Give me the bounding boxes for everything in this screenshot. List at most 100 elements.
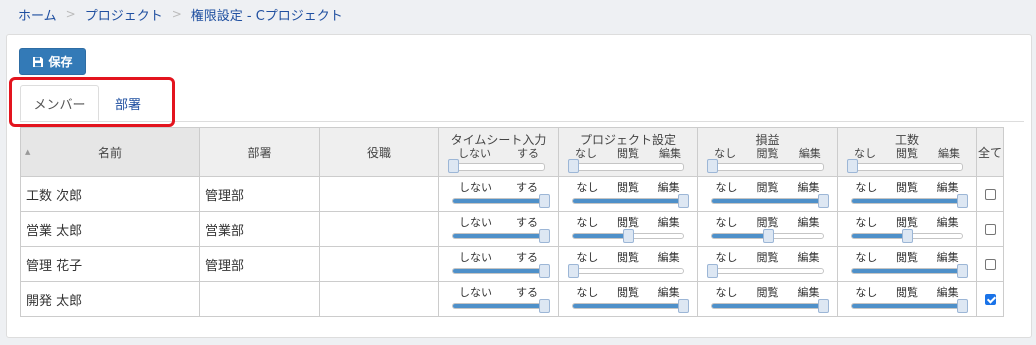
slider-handle[interactable] [568, 159, 579, 173]
slider-handle[interactable] [539, 299, 550, 313]
cell-timesheet: しない する [438, 211, 559, 247]
column-header-role[interactable]: 役職 [319, 127, 439, 177]
slider-fill [573, 304, 683, 308]
cell-role [319, 246, 439, 282]
project-title: プロジェクト設定 [579, 133, 676, 147]
permission-table: ▲ 名前 部署 役職 タイムシート入力 しない する プロジェクト設定 なし 閲覧編… [20, 127, 1004, 317]
column-header-name[interactable]: ▲ 名前 [20, 127, 200, 177]
floppy-disk-icon [32, 56, 44, 68]
cell-all [976, 246, 1004, 282]
level-label: 編集 [938, 147, 960, 160]
work-bulk-slider[interactable] [847, 159, 963, 173]
profit-slider[interactable] [707, 264, 824, 278]
profit-bulk-slider[interactable] [707, 159, 824, 173]
level-label: 閲覧 [616, 181, 639, 194]
profit-slider[interactable] [711, 194, 829, 208]
level-label: 編集 [657, 251, 680, 264]
slider-handle[interactable] [623, 229, 634, 243]
select-all-checkbox[interactable] [984, 188, 996, 200]
breadcrumb-separator: > [65, 7, 76, 21]
slider-handle[interactable] [818, 194, 829, 208]
level-label: 閲覧 [756, 181, 779, 194]
profit-slider[interactable] [711, 229, 824, 243]
cell-role [319, 176, 439, 212]
column-header-work: 工数 なし 閲覧 編集 [837, 127, 977, 177]
cell-role [319, 281, 439, 317]
cell-dept: 管理部 [199, 176, 320, 212]
level-label: 閲覧 [895, 216, 918, 229]
level-label: なし [715, 251, 738, 264]
table-row: 開発 太郎 しない する なし 閲覧 編集 なし 閲覧 編集 なし 閲覧 編集 [20, 281, 1004, 317]
select-all-checkbox[interactable] [984, 223, 996, 235]
level-label: しない [459, 181, 492, 194]
level-label: なし [855, 216, 878, 229]
slider-handle[interactable] [539, 264, 550, 278]
slider-fill [712, 199, 823, 203]
level-label: する [516, 286, 538, 299]
project-slider[interactable] [572, 194, 689, 208]
timesheet-slider[interactable] [452, 264, 550, 278]
level-label: 編集 [797, 251, 820, 264]
cell-name: 管理 花子 [20, 246, 200, 282]
slider-handle[interactable] [902, 229, 913, 243]
level-label: 編集 [797, 286, 820, 299]
column-header-timesheet: タイムシート入力 しない する [438, 127, 559, 177]
project-slider[interactable] [572, 299, 689, 313]
cell-project: なし 閲覧 編集 [558, 246, 698, 282]
cell-work: なし 閲覧 編集 [837, 211, 977, 247]
cell-work: なし 閲覧 編集 [837, 176, 977, 212]
work-slider[interactable] [851, 299, 968, 313]
select-all-checkbox[interactable] [984, 258, 996, 270]
slider-fill [712, 234, 768, 238]
breadcrumb-home[interactable]: ホーム [18, 5, 57, 24]
table-header-row: ▲ 名前 部署 役職 タイムシート入力 しない する プロジェクト設定 なし 閲覧 編… [20, 127, 1004, 177]
level-label: なし [576, 181, 599, 194]
level-label: なし [715, 216, 738, 229]
breadcrumb-projects[interactable]: プロジェクト [85, 5, 163, 24]
slider-handle[interactable] [707, 159, 718, 173]
slider-handle[interactable] [707, 264, 718, 278]
cell-timesheet: しない する [438, 176, 559, 212]
save-button-label: 保存 [48, 55, 73, 69]
work-slider[interactable] [851, 194, 968, 208]
slider-handle[interactable] [762, 229, 774, 243]
slider-handle[interactable] [539, 229, 550, 243]
level-label: 閲覧 [617, 147, 639, 160]
table-row: 工数 次郎 管理部 しない する なし 閲覧 編集 なし 閲覧 編集 なし 閲覧 編集 [20, 176, 1004, 212]
timesheet-bulk-slider[interactable] [448, 159, 545, 173]
timesheet-slider[interactable] [452, 299, 550, 313]
timesheet-slider[interactable] [452, 229, 550, 243]
project-slider[interactable] [572, 229, 684, 243]
select-all-checkbox[interactable] [984, 293, 996, 305]
level-label: 編集 [936, 251, 959, 264]
slider-handle[interactable] [957, 194, 968, 208]
breadcrumb-current[interactable]: 権限設定 - Cプロジェクト [191, 5, 343, 24]
slider-handle[interactable] [678, 194, 689, 208]
slider-fill [453, 234, 544, 238]
slider-handle[interactable] [448, 159, 459, 173]
work-slider[interactable] [851, 229, 963, 243]
slider-handle[interactable] [818, 299, 829, 313]
profit-slider[interactable] [711, 299, 829, 313]
slider-handle[interactable] [568, 264, 579, 278]
slider-handle[interactable] [957, 299, 968, 313]
timesheet-slider[interactable] [452, 194, 550, 208]
cell-profit: なし 閲覧 編集 [697, 211, 838, 247]
slider-handle[interactable] [847, 159, 858, 173]
level-label: 閲覧 [756, 216, 779, 229]
slider-handle[interactable] [539, 194, 550, 208]
cell-all [976, 176, 1004, 212]
level-label: 閲覧 [616, 286, 639, 299]
slider-fill [573, 199, 683, 203]
level-label: する [516, 216, 538, 229]
slider-handle[interactable] [957, 264, 968, 278]
project-bulk-slider[interactable] [568, 159, 684, 173]
slider-fill [573, 234, 628, 238]
save-button[interactable]: 保存 [19, 48, 86, 75]
column-header-dept[interactable]: 部署 [199, 127, 320, 177]
project-slider[interactable] [568, 264, 684, 278]
cell-name: 工数 次郎 [20, 176, 200, 212]
slider-handle[interactable] [678, 299, 689, 313]
cell-project: なし 閲覧 編集 [558, 176, 698, 212]
work-slider[interactable] [851, 264, 968, 278]
